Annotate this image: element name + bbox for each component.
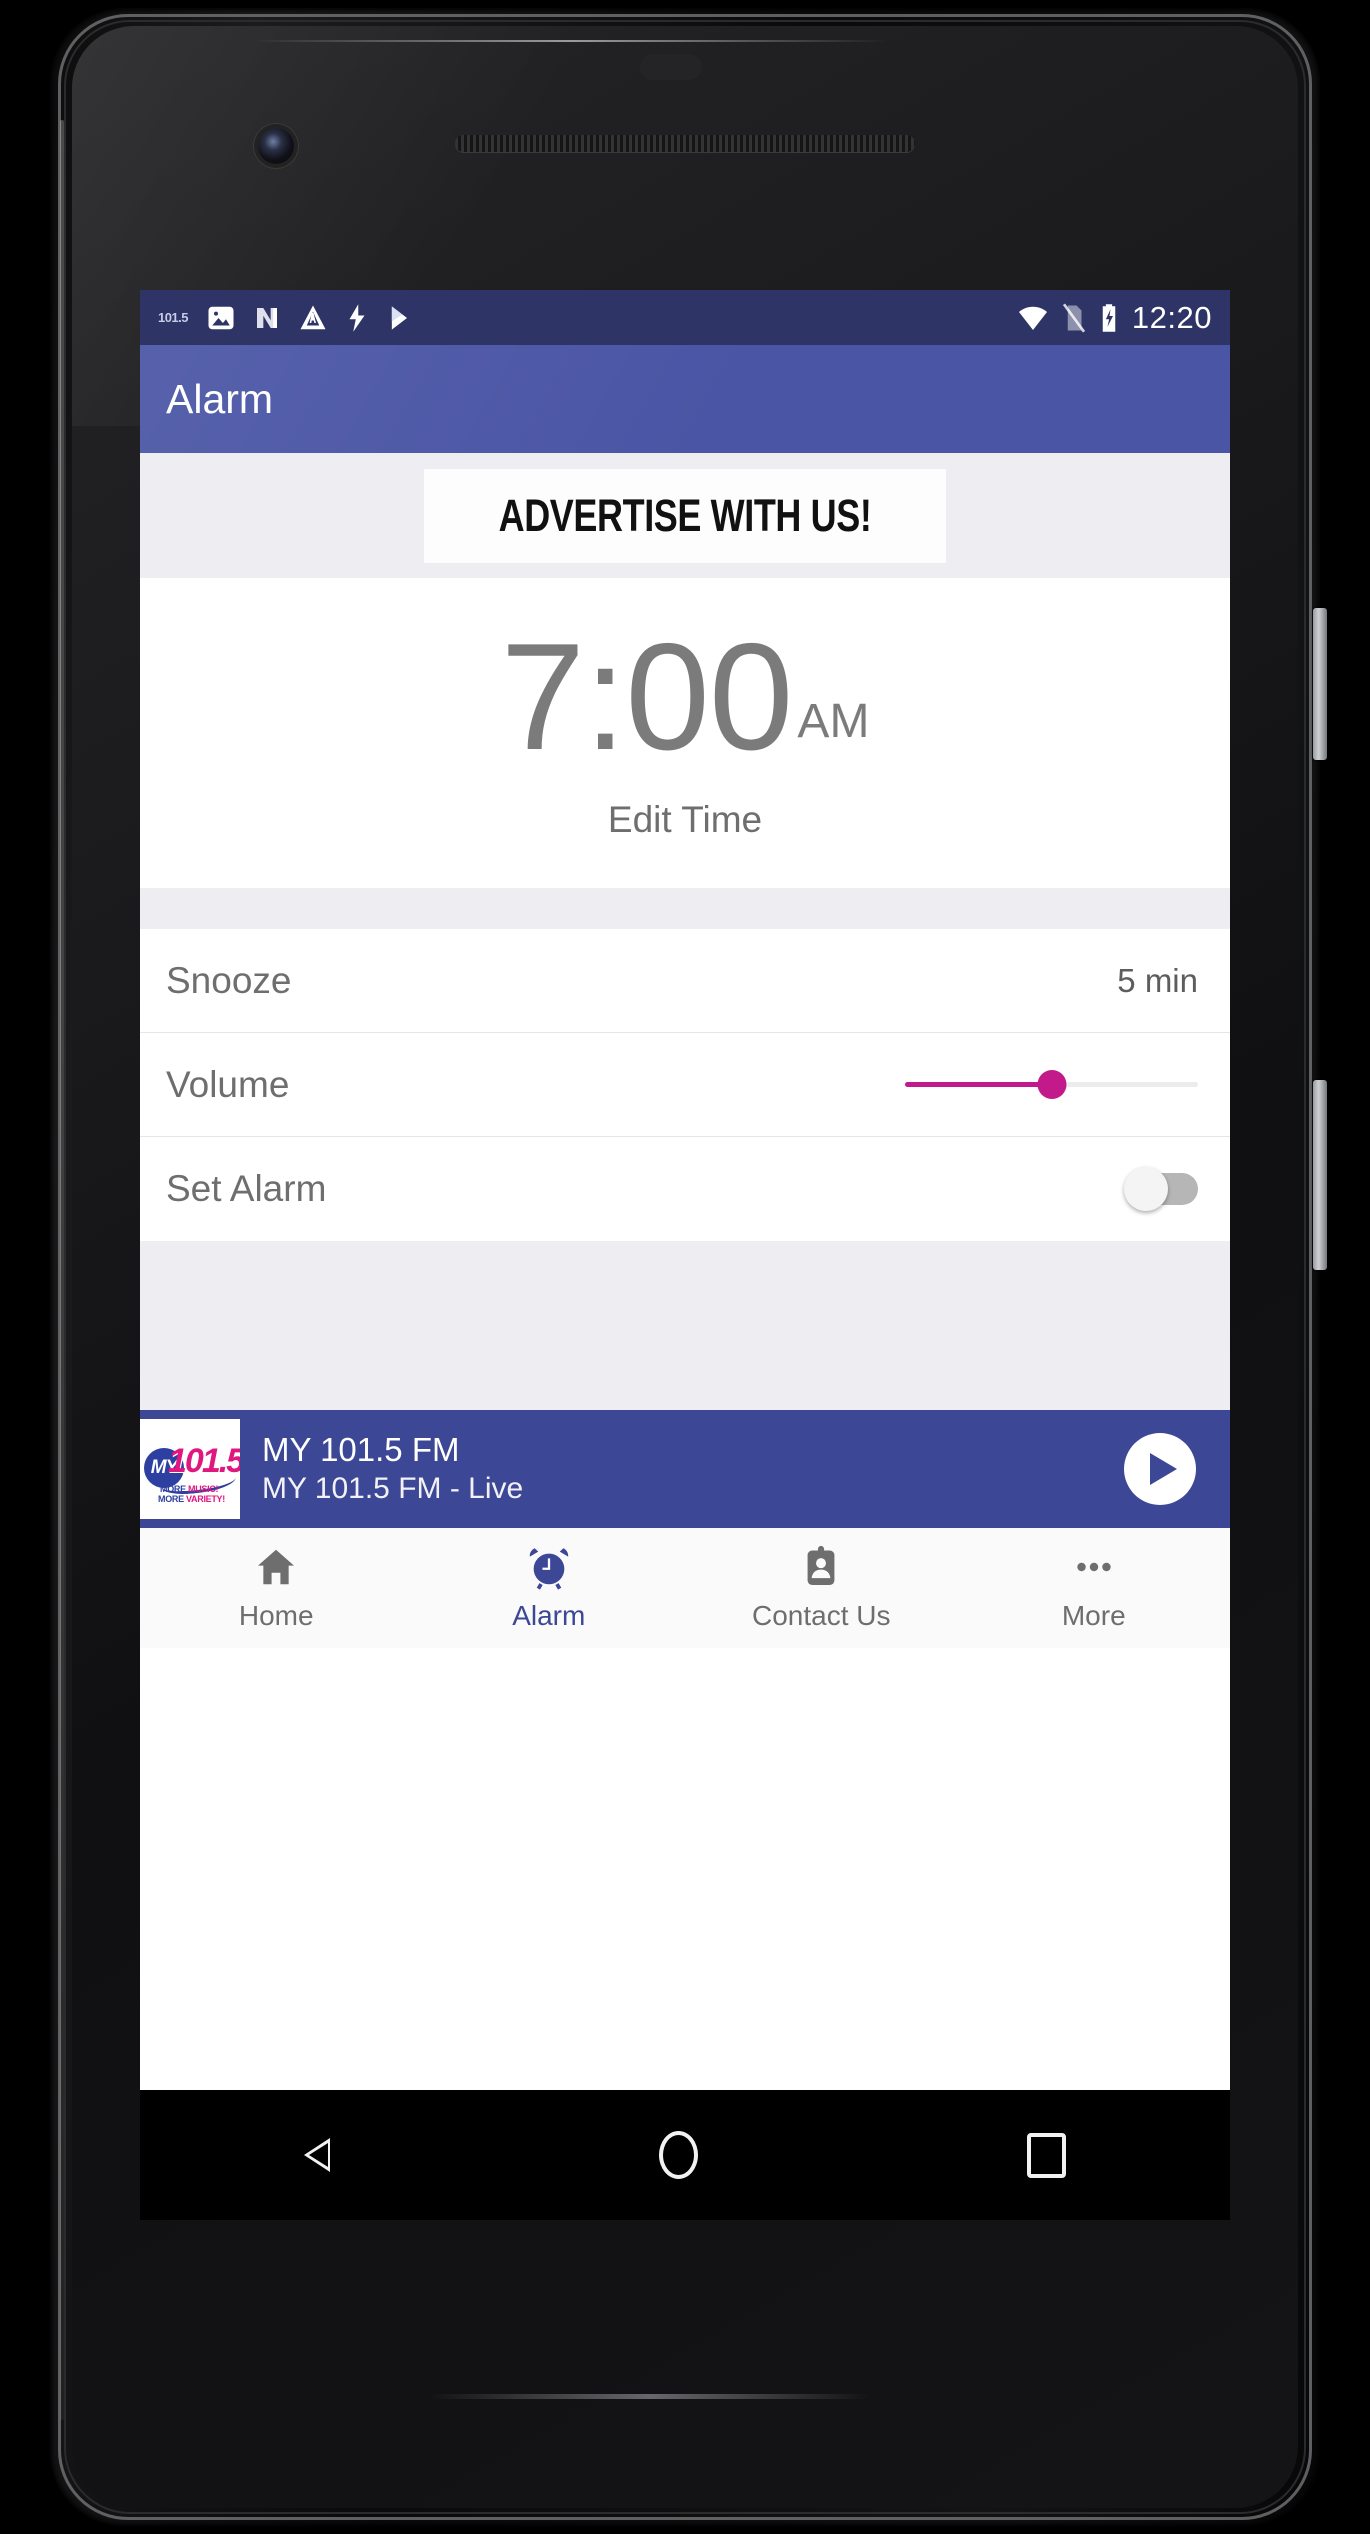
- now-playing-subtitle: MY 101.5 FM - Live: [262, 1471, 524, 1505]
- nav-item-more[interactable]: More: [958, 1544, 1231, 1632]
- more-dots-icon: [1077, 1562, 1111, 1572]
- now-playing-meta: MY 101.5 FM MY 101.5 FM - Live: [240, 1431, 1124, 1507]
- nav-item-home[interactable]: Home: [140, 1544, 413, 1632]
- phone-screen: 101.5 12:20 Alarm ADVERTISE WITH US! 7:0…: [140, 290, 1230, 2090]
- screenshot-root: 101.5 12:20 Alarm ADVERTISE WITH US! 7:0…: [0, 0, 1370, 2534]
- logo-tagline-2: MORE VARIETY!: [158, 1494, 225, 1504]
- alarm-clock-icon: [529, 1548, 568, 1590]
- now-playing-bar[interactable]: MY 101.5 MORE MUSIC! MORE VARIETY! MY 10…: [140, 1410, 1230, 1528]
- set-alarm-toggle[interactable]: [1124, 1167, 1198, 1211]
- section-divider: [140, 888, 1230, 929]
- ad-container: ADVERTISE WITH US!: [140, 453, 1230, 578]
- nav-item-alarm[interactable]: Alarm: [413, 1544, 686, 1632]
- volume-button[interactable]: [1313, 1080, 1327, 1270]
- status-bar-right-icons: 12:20: [1017, 300, 1212, 336]
- app-bar: Alarm: [140, 345, 1230, 453]
- flash-icon: [349, 303, 365, 332]
- proximity-sensor: [640, 54, 702, 80]
- home-icon: [258, 1549, 295, 1585]
- no-sim-icon: [1062, 302, 1086, 333]
- status-bar: 101.5 12:20: [140, 290, 1230, 345]
- set-alarm-row[interactable]: Set Alarm: [140, 1137, 1230, 1241]
- back-button[interactable]: [304, 2138, 331, 2172]
- volume-slider[interactable]: [905, 1069, 1198, 1101]
- settings-list: Snooze 5 min Volume Set Alarm: [140, 929, 1230, 1241]
- recents-button[interactable]: [1026, 2132, 1066, 2178]
- wifi-icon: [1018, 306, 1047, 330]
- android-n-icon: [257, 307, 277, 328]
- top-hairline: [250, 40, 890, 42]
- home-button[interactable]: [658, 2131, 698, 2179]
- nav-label-more: More: [1061, 1600, 1126, 1631]
- alarm-time: 7:00: [500, 611, 794, 782]
- snooze-row[interactable]: Snooze 5 min: [140, 929, 1230, 1033]
- photo-icon: [208, 306, 234, 329]
- play-icon: [1150, 1453, 1177, 1485]
- station-logo-icon: 101.5: [156, 305, 190, 330]
- left-edge-highlight: [60, 120, 64, 2420]
- volume-label: Volume: [166, 1063, 290, 1105]
- front-camera-icon: [258, 128, 294, 164]
- alarm-time-row: 7:00 AM: [500, 611, 870, 782]
- set-alarm-label: Set Alarm: [166, 1168, 327, 1209]
- contact-card-icon: [807, 1545, 835, 1586]
- nav-label-alarm: Alarm: [512, 1600, 586, 1631]
- snooze-value: 5 min: [1117, 961, 1198, 999]
- status-bar-clock: 12:20: [1131, 299, 1212, 335]
- logo-frequency: 101.5: [168, 1442, 240, 1480]
- content-filler: [140, 1241, 1230, 1410]
- station-logo-art: MY 101.5 MORE MUSIC! MORE VARIETY!: [142, 1432, 240, 1506]
- construction-icon: [300, 305, 326, 329]
- nav-item-contact-us[interactable]: Contact Us: [685, 1544, 958, 1632]
- snooze-label: Snooze: [166, 959, 292, 1001]
- now-playing-title: MY 101.5 FM: [262, 1431, 460, 1469]
- play-store-icon: [391, 305, 407, 330]
- android-system-nav: [140, 2090, 1230, 2220]
- earpiece-speaker: [455, 135, 915, 152]
- battery-charging-icon: [1102, 303, 1116, 332]
- logo-tagline-1: MORE MUSIC!: [160, 1484, 219, 1494]
- ad-banner[interactable]: ADVERTISE WITH US!: [424, 468, 946, 563]
- volume-slider-fill: [905, 1082, 1052, 1087]
- status-bar-left-icons: 101.5: [156, 303, 1017, 333]
- nav-label-contact-us: Contact Us: [752, 1600, 891, 1631]
- edit-time-button[interactable]: Edit Time: [608, 799, 762, 841]
- volume-slider-thumb[interactable]: [1037, 1070, 1066, 1099]
- volume-row[interactable]: Volume: [140, 1033, 1230, 1137]
- bottom-navigation: Home Alarm Contact Us More: [140, 1528, 1230, 1648]
- nav-label-home: Home: [238, 1600, 314, 1631]
- bottom-speaker: [430, 2394, 870, 2399]
- ad-banner-text: ADVERTISE WITH US!: [498, 489, 872, 541]
- toggle-knob[interactable]: [1124, 1167, 1168, 1211]
- power-button[interactable]: [1313, 608, 1327, 760]
- station-logo: MY 101.5 MORE MUSIC! MORE VARIETY!: [140, 1419, 240, 1519]
- play-button[interactable]: [1124, 1433, 1196, 1505]
- alarm-meridiem: AM: [797, 695, 870, 749]
- page-title: Alarm: [166, 375, 274, 422]
- alarm-time-card: 7:00 AM Edit Time: [140, 578, 1230, 888]
